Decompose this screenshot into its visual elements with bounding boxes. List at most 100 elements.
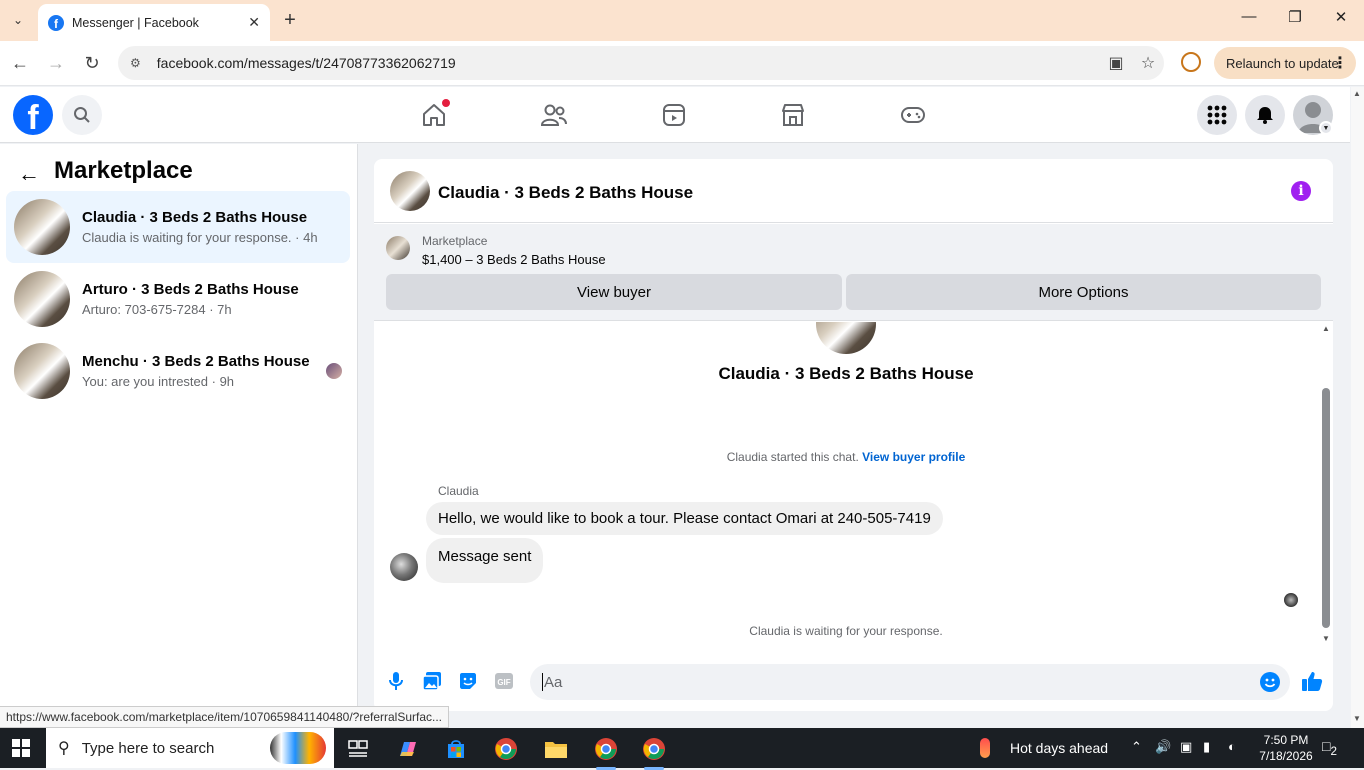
task-view-icon[interactable] [338,734,378,764]
volume-icon[interactable]: 🔊 [1155,739,1171,755]
message-input[interactable]: Aa [530,664,1290,700]
forward-button[interactable]: → [45,53,67,74]
listing-thumbnail [14,199,70,255]
chat-panel: Claudia · 3 Beds 2 Baths House i Marketp… [374,159,1333,711]
battery-icon[interactable]: ▮ [1203,739,1210,755]
browser-tab[interactable]: f Messenger | Facebook ✕ [38,4,270,41]
listing-small-thumbnail [386,236,410,260]
install-app-icon[interactable]: ▣ [1100,53,1132,73]
scroll-down-icon[interactable]: ▼ [1322,634,1330,643]
chrome-active-icon[interactable] [586,734,626,770]
windows-taskbar: ⚲ Type here to search Hot days ahead ⌃ 🔊… [0,728,1364,770]
nav-marketplace[interactable] [773,97,813,133]
address-bar[interactable]: ⚙ facebook.com/messages/t/24708773362062… [118,46,1164,80]
nav-home[interactable] [414,97,454,133]
facebook-logo[interactable]: f [13,95,53,135]
thread-scrollbar[interactable]: ▲ ▼ [1320,322,1332,644]
video-icon [663,104,685,126]
taskbar-clock[interactable]: 7:50 PM 7/18/2026 [1258,732,1314,764]
tab-search-chevron-icon[interactable]: ⌄ [6,9,30,31]
conversation-name: Claudia · 3 Beds 2 Baths House [82,209,308,226]
tab-close-icon[interactable]: ✕ [248,14,260,31]
emoji-icon[interactable] [1260,672,1280,692]
chrome-profile-icon[interactable] [486,734,526,764]
chat-title[interactable]: Claudia · 3 Beds 2 Baths House [438,183,693,203]
gif-icon[interactable]: GIF [494,671,514,691]
reload-button[interactable]: ↻ [81,53,103,74]
chat-started-notice: Claudia started this chat. View buyer pr… [726,450,966,464]
taskbar-search-box[interactable]: ⚲ Type here to search [46,728,334,768]
thread-listing-avatar [816,322,876,354]
close-window-button[interactable]: ✕ [1326,8,1356,26]
relaunch-label: Relaunch to update [1226,55,1339,71]
page-scroll-down-icon[interactable]: ▼ [1353,714,1361,723]
network-icon[interactable]: ◐ [1228,739,1236,754]
weather-widget[interactable]: Hot days ahead [980,738,1108,758]
copilot-icon[interactable] [388,734,428,764]
more-options-button[interactable]: More Options [846,274,1321,310]
chat-header: Claudia · 3 Beds 2 Baths House i [374,159,1333,223]
file-explorer-icon[interactable] [536,734,576,764]
panel-title: Marketplace [54,157,193,184]
show-hidden-icons-chevron-icon[interactable]: ⌃ [1131,739,1142,755]
windows-start-icon[interactable] [12,739,30,757]
sticker-icon[interactable] [458,671,478,691]
nav-gaming[interactable] [893,97,933,133]
clock-date: 7/18/2026 [1259,749,1313,763]
chat-listing-thumbnail[interactable] [390,171,430,211]
message-bubble[interactable]: Hello, we would like to book a tour. Ple… [426,502,943,535]
friends-icon [540,104,567,126]
site-info-icon[interactable]: ⚙ [130,56,141,70]
sender-avatar[interactable] [390,553,418,581]
taskbar-search-icon: ⚲ [58,740,70,757]
message-composer: GIF Aa [374,659,1333,703]
page-scrollbar[interactable]: ▲ ▼ [1351,87,1364,728]
conversation-item-menchu[interactable]: Menchu · 3 Beds 2 Baths House You: are y… [6,335,350,407]
page-scroll-up-icon[interactable]: ▲ [1353,89,1361,98]
nav-video[interactable] [654,97,694,133]
listing-price-title[interactable]: $1,400 – 3 Beds 2 Baths House [422,252,606,267]
microphone-icon[interactable] [386,671,406,691]
home-notification-dot [442,99,450,107]
back-button[interactable]: ← [9,53,31,74]
marketplace-icon [782,104,804,126]
bookmark-star-icon[interactable]: ☆ [1132,53,1164,73]
thumbs-up-icon[interactable] [1300,669,1324,693]
view-buyer-button[interactable]: View buyer [386,274,842,310]
weather-text: Hot days ahead [1010,740,1109,756]
chrome-second-profile-icon[interactable] [634,734,674,770]
new-tab-button[interactable]: + [280,9,300,31]
scroll-up-icon[interactable]: ▲ [1322,324,1330,333]
listing-thumbnail [14,343,70,399]
conversation-item-arturo[interactable]: Arturo · 3 Beds 2 Baths House Arturo: 70… [6,263,350,335]
menu-button[interactable] [1197,95,1237,135]
device-icon[interactable]: ▣ [1180,739,1192,755]
message-bubble[interactable]: Message sent [426,538,544,583]
bell-icon [1257,107,1273,124]
microsoft-store-icon[interactable] [436,734,476,764]
info-icon[interactable]: i [1291,181,1311,201]
grid-menu-icon [1207,105,1227,125]
account-chevron-down-icon[interactable]: ▼ [1319,121,1333,135]
thermometer-icon [980,738,990,758]
minimize-button[interactable]: — [1234,8,1264,25]
back-arrow-icon[interactable]: ← [18,161,40,187]
svg-text:GIF: GIF [497,678,510,687]
browser-profile-icon[interactable] [1181,52,1201,72]
notification-center-icon[interactable]: □2 [1322,738,1337,758]
conversation-item-claudia[interactable]: Claudia · 3 Beds 2 Baths House Claudia i… [6,191,350,263]
message-thread[interactable]: Claudia · 3 Beds 2 Baths House Claudia s… [374,322,1333,644]
nav-friends[interactable] [534,97,574,133]
scrollbar-thumb[interactable] [1322,388,1330,628]
relaunch-button[interactable]: Relaunch to update ⋮ [1214,47,1356,79]
search-highlight-image [270,732,326,764]
search-button[interactable] [62,95,102,135]
browser-menu-icon[interactable]: ⋮ [1332,53,1348,73]
conversation-preview: Arturo: 703-675-7284 · 7h [82,302,232,317]
notifications-button[interactable] [1245,95,1285,135]
address-toolbar: ← → ↻ ⚙ facebook.com/messages/t/24708773… [0,41,1364,86]
photo-icon[interactable] [422,671,442,691]
conversation-name: Menchu · 3 Beds 2 Baths House [82,353,310,370]
restore-button[interactable]: ❐ [1280,8,1310,26]
view-buyer-profile-link[interactable]: View buyer profile [862,450,965,464]
